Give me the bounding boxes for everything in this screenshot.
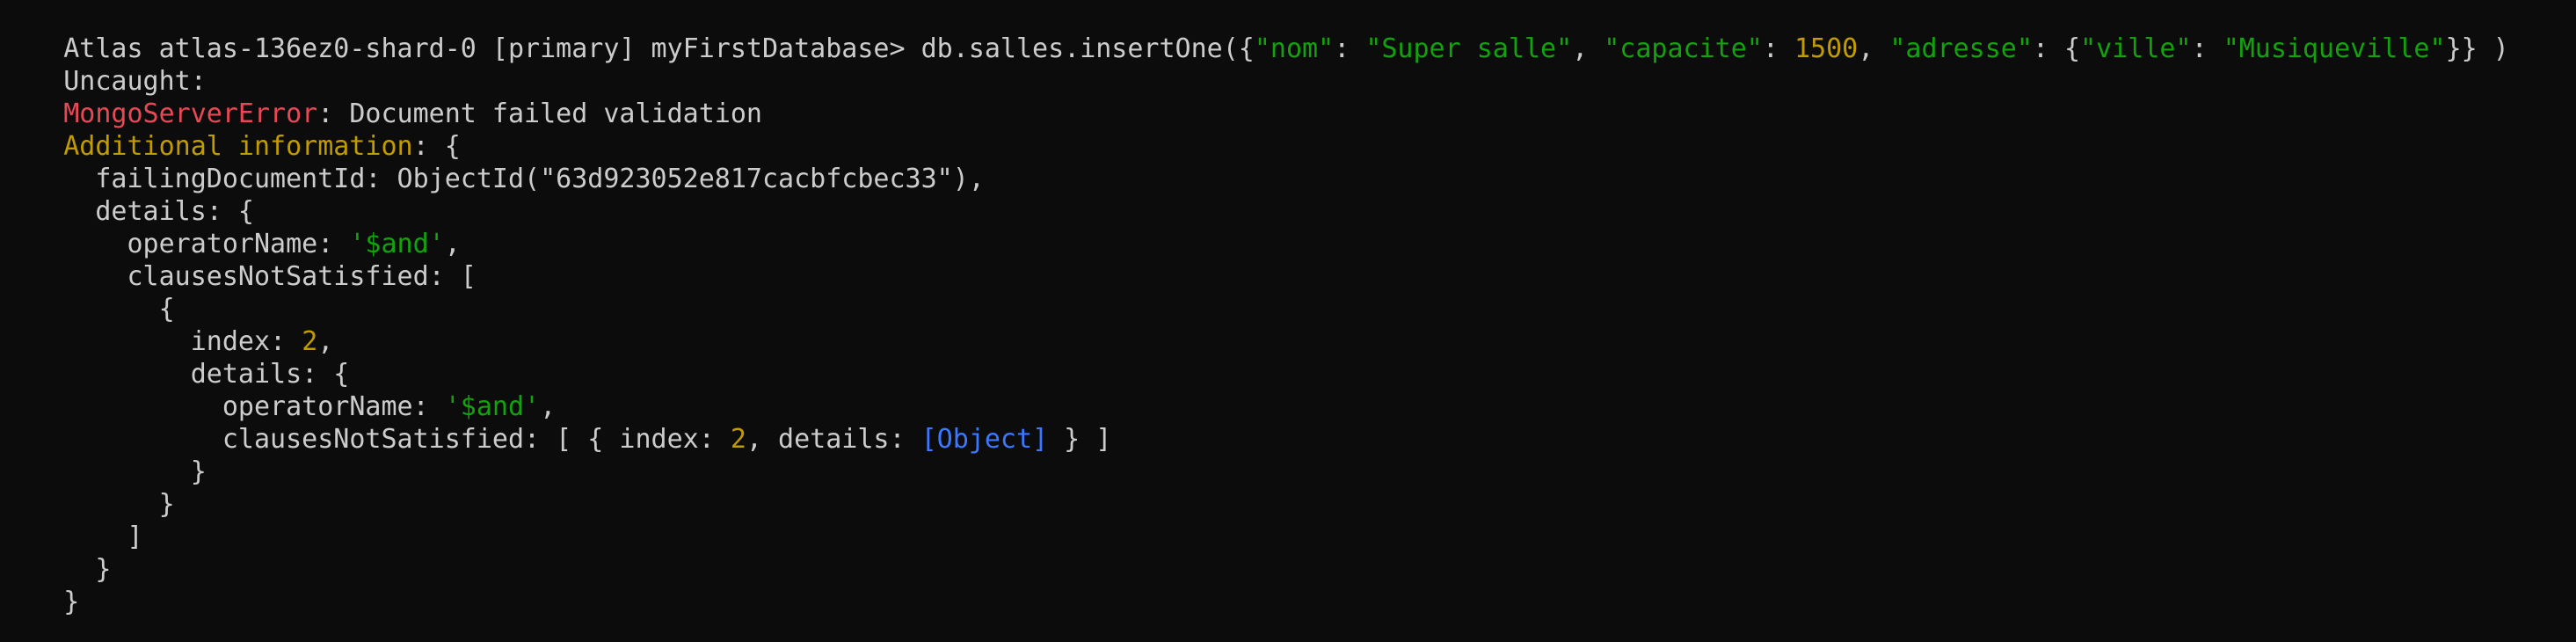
terminal-line-clauses-close: ]: [0, 488, 142, 552]
punctuation: } ]: [1048, 424, 1112, 455]
punctuation: :: [2191, 33, 2223, 64]
terminal-line-error: MongoServerError: Document failed valida…: [0, 65, 762, 129]
string-key-ville: "ville": [2080, 33, 2192, 64]
terminal-line-inner-details-close: }: [0, 423, 207, 487]
terminal-line-operator-name: operatorName: '$and',: [0, 195, 460, 259]
punctuation: ,: [1858, 33, 1890, 64]
string-value-super-salle: "Super salle": [1365, 33, 1573, 64]
terminal-window[interactable]: Atlas atlas-136ez0-shard-0 [primary] myF…: [0, 0, 2576, 642]
punctuation: , details:: [746, 424, 921, 455]
terminal-line-inner-details-open: details: {: [0, 325, 350, 390]
string-value-musiqueville: "Musiqueville": [2223, 33, 2446, 64]
punctuation: ,: [1572, 33, 1605, 64]
terminal-line-additional-info: Additional information: {: [0, 98, 461, 162]
terminal-line-inner-clauses: clausesNotSatisfied: [ { index: 2, detai…: [0, 390, 1111, 455]
terminal-line-root-close: }: [0, 553, 79, 617]
punctuation: : {: [2032, 33, 2081, 64]
terminal-line-uncaught: Uncaught:: [0, 33, 207, 97]
terminal-line-command: Atlas atlas-136ez0-shard-0 [primary] myF…: [0, 0, 2509, 64]
root-close: }: [63, 587, 80, 617]
terminal-line-failing-document-id: failingDocumentId: ObjectId("63d923052e8…: [0, 130, 984, 194]
terminal-line-object-open: {: [0, 260, 175, 325]
string-key-nom: "nom": [1254, 33, 1335, 64]
punctuation: }} ): [2445, 33, 2509, 64]
terminal-line-details-close: }: [0, 521, 111, 585]
punctuation: :: [1334, 33, 1366, 64]
string-key-adresse: "adresse": [1889, 33, 2033, 64]
prompt-and-command: Atlas atlas-136ez0-shard-0 [primary] myF…: [63, 33, 1255, 64]
terminal-line-clauses-open: clausesNotSatisfied: [: [0, 228, 476, 292]
number-value-capacite: 1500: [1794, 33, 1859, 64]
inner-index-value: 2: [730, 424, 746, 455]
terminal-line-details-open: details: {: [0, 163, 254, 227]
terminal-line-object-close: }: [0, 456, 175, 520]
terminal-line-index: index: 2,: [0, 293, 334, 357]
terminal-line-inner-operator-name: operatorName: '$and',: [0, 358, 556, 422]
object-reference: [Object]: [921, 424, 1049, 455]
punctuation: :: [1762, 33, 1794, 64]
string-key-capacite: "capacite": [1604, 33, 1763, 64]
